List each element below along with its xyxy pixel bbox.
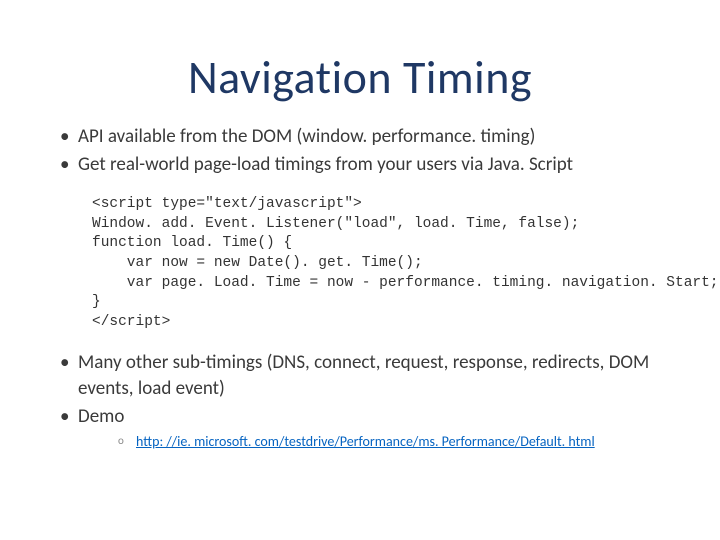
bullet-item: Demo http: //ie. microsoft. com/testdriv…	[58, 404, 670, 453]
bullet-label: Demo	[78, 405, 124, 428]
slide-title: Navigation Timing	[50, 50, 670, 106]
bullet-item: Many other sub-timings (DNS, connect, re…	[58, 350, 670, 401]
sub-bullet-item: http: //ie. microsoft. com/testdrive/Per…	[118, 433, 670, 452]
bullet-item: API available from the DOM (window. perf…	[58, 124, 670, 150]
bullet-list: Many other sub-timings (DNS, connect, re…	[58, 350, 670, 452]
bullet-list: API available from the DOM (window. perf…	[58, 124, 670, 177]
demo-link[interactable]: http: //ie. microsoft. com/testdrive/Per…	[136, 433, 595, 450]
sub-bullet-list: http: //ie. microsoft. com/testdrive/Per…	[118, 433, 670, 452]
slide: Navigation Timing API available from the…	[0, 0, 720, 540]
code-block: <script type="text/javascript"> Window. …	[92, 195, 670, 332]
bullet-item: Get real-world page-load timings from yo…	[58, 152, 670, 178]
